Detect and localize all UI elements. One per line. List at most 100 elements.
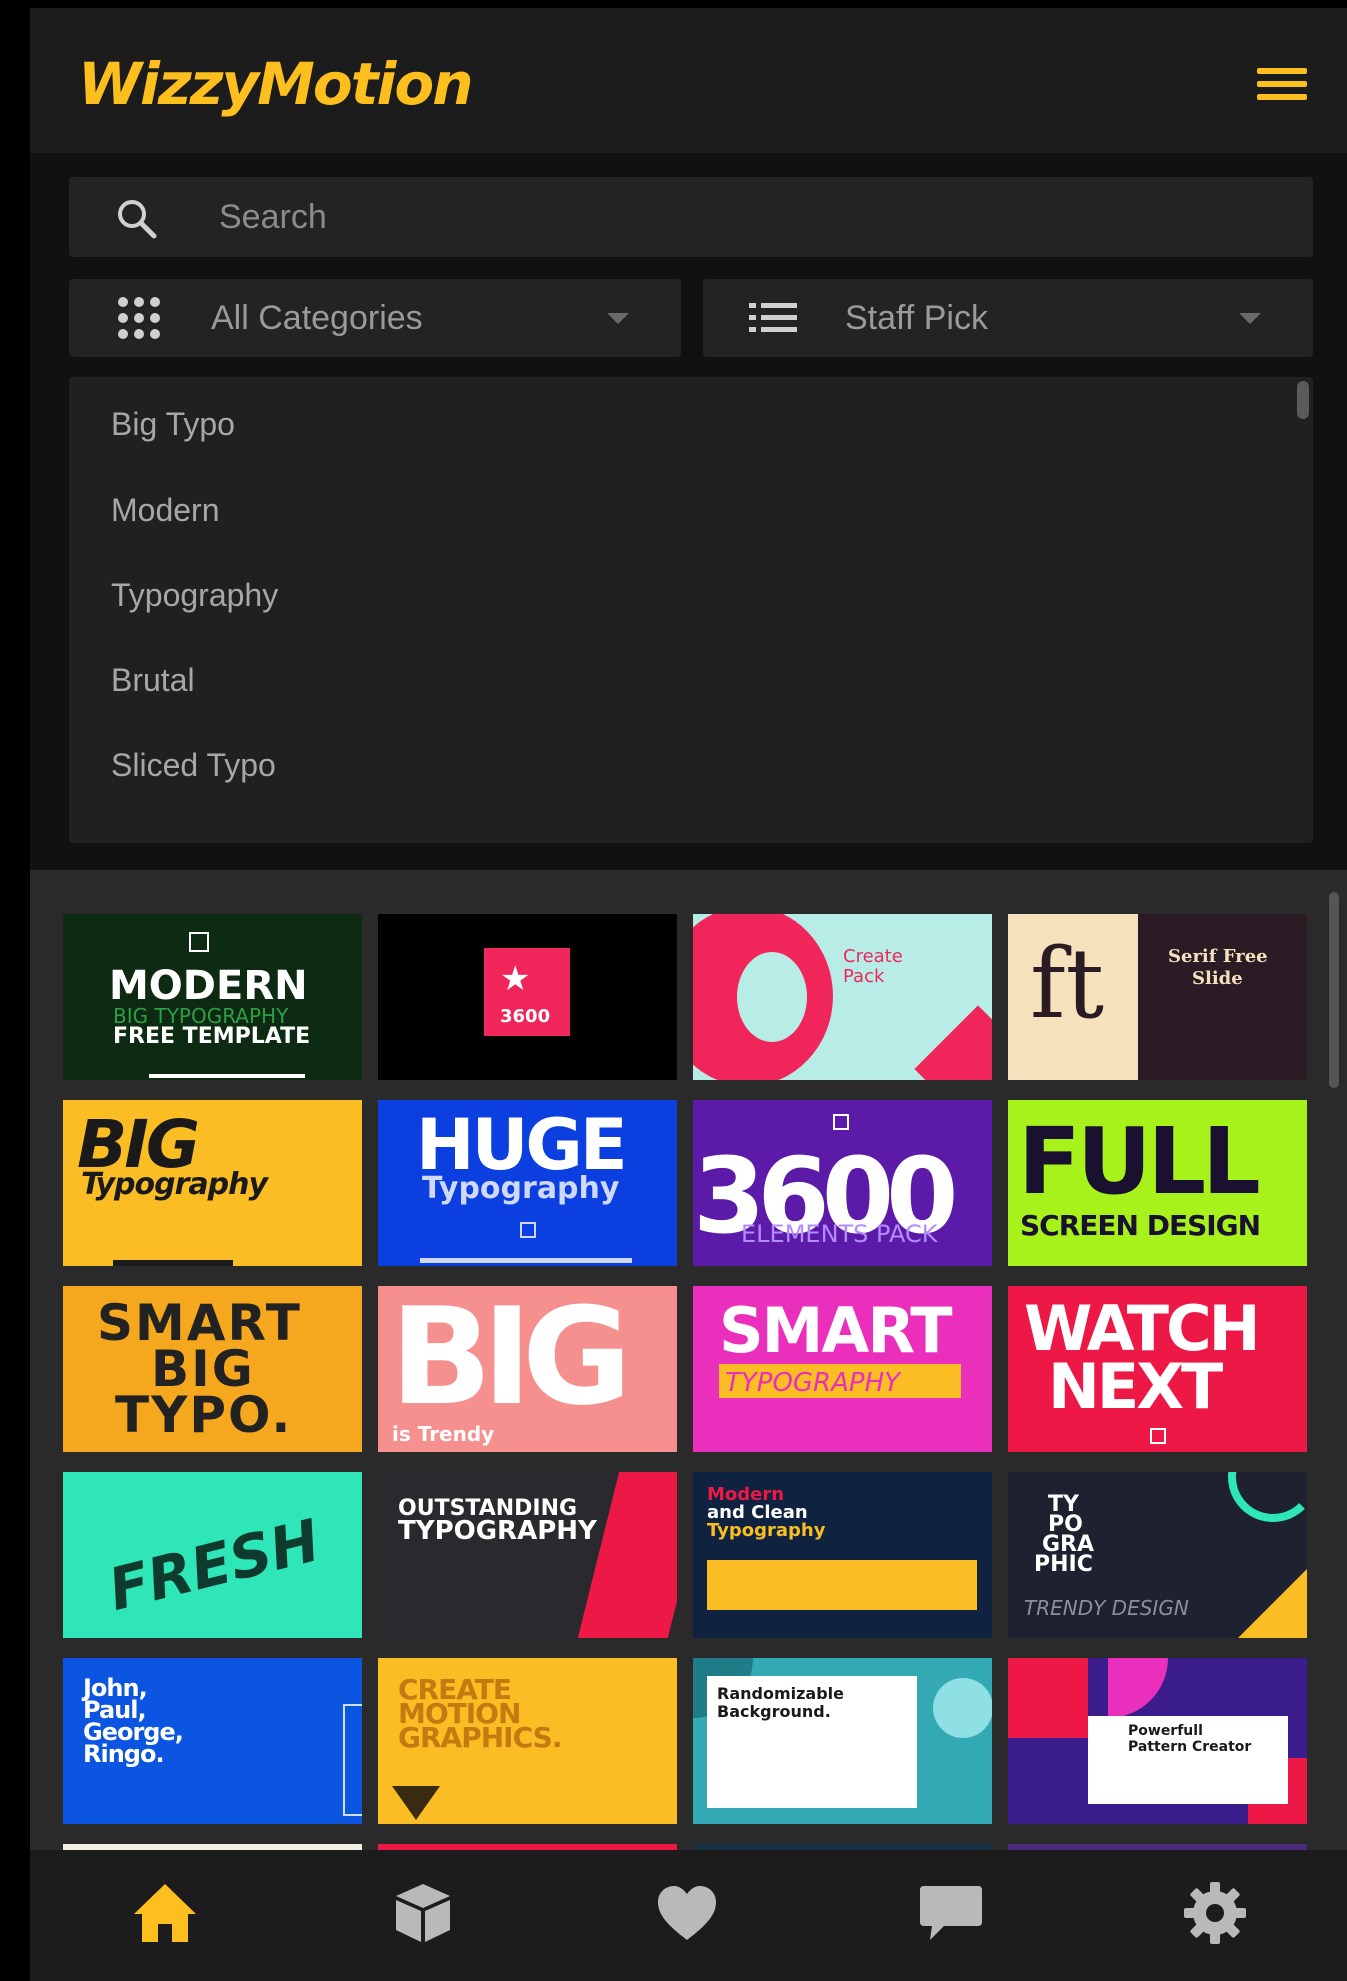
app-window: WizzyMotion All Categories [30,8,1347,1981]
card-text: FREE TEMPLATE [113,1024,311,1049]
template-card[interactable]: OUTSTANDING TYPOGRAPHY [378,1472,677,1638]
template-card[interactable]: BIG Typography [63,1100,362,1266]
list-icon [749,303,797,332]
chevron-down-icon [607,313,629,324]
app-logo[interactable]: WizzyMotion [78,50,473,118]
card-text: TYPO. [115,1386,293,1444]
shape-diamond [914,1005,992,1080]
card-text: Background. [717,1702,831,1721]
home-icon [134,1884,196,1942]
logo-mark-icon [833,1114,849,1130]
card-text: Serif Free [1168,946,1268,967]
card-text: TYPOGRAPHY [398,1516,597,1546]
shape-triangle [392,1786,440,1820]
card-text: Pack [843,966,885,987]
shape-arc [1228,1472,1307,1522]
nav-messages[interactable] [916,1880,986,1946]
card-text: BIG TYPOGRAPHY [113,1004,289,1028]
template-card[interactable]: ★ 3600 [378,914,677,1080]
card-underline [113,1260,233,1266]
nav-home[interactable] [130,1880,200,1946]
card-text: is Trendy [392,1422,495,1446]
heart-icon [658,1886,716,1940]
card-text: Randomizable [717,1684,845,1703]
card-text: Typography [81,1167,268,1202]
template-card[interactable]: BIG is Trendy [378,1286,677,1452]
card-text: PHIC [1034,1552,1093,1577]
star-icon: ★ [500,959,531,999]
card-text: Pattern Creator [1128,1739,1252,1755]
logo-mark-icon [189,932,209,952]
tag-list-scrollbar[interactable] [1297,381,1309,419]
template-card[interactable]: CREATE MOTION GRAPHICS. [378,1658,677,1824]
card-text: HUGE [416,1104,628,1186]
grid-dots-icon [118,297,160,339]
template-card[interactable]: MODERN BIG TYPOGRAPHY FREE TEMPLATE [63,914,362,1080]
card-panel [707,1560,977,1610]
card-underline [149,1074,305,1078]
sort-select[interactable]: Staff Pick [703,279,1313,357]
app-header: WizzyMotion [30,8,1347,153]
template-card[interactable]: ft Serif Free Slide [1008,914,1307,1080]
category-select-value: All Categories [211,299,423,337]
shape-block [1008,1658,1088,1738]
grid-scrollbar[interactable] [1329,892,1339,1088]
filter-panel: All Categories Staff Pick Big Typo Moder… [30,153,1347,870]
card-text: GRAPHICS. [398,1721,562,1754]
template-card[interactable]: Randomizable Background. [693,1658,992,1824]
tag-list: Big Typo Modern Typography Brutal Sliced… [69,377,1313,843]
card-text: SCREEN DESIGN [1020,1209,1261,1242]
card-text: Create [843,946,903,967]
cube-icon [396,1884,450,1942]
hamburger-menu-icon[interactable] [1257,68,1307,108]
card-text: FULL [1018,1108,1261,1215]
nav-settings[interactable] [1180,1880,1250,1946]
search-icon [118,200,157,239]
shape-quarter [1108,1658,1168,1718]
card-text: Ringo. [83,1740,165,1768]
card-text: Typography [707,1520,826,1541]
card-text: ft [1030,928,1105,1040]
nav-packages[interactable] [388,1880,458,1946]
template-card[interactable]: WATCH NEXT [1008,1286,1307,1452]
template-grid: MODERN BIG TYPOGRAPHY FREE TEMPLATE ★ 36… [30,870,1347,1850]
template-card[interactable]: 3600 ELEMENTS PACK [693,1100,992,1266]
card-text: NEXT [1048,1350,1223,1423]
search-bar [69,177,1313,257]
chevron-down-icon [1239,313,1261,324]
shape-circle [933,1678,992,1738]
sort-select-value: Staff Pick [845,299,988,337]
category-select[interactable]: All Categories [69,279,681,357]
card-text: 3600 [500,1006,551,1027]
card-text: MODERN [109,963,308,1009]
tag-item[interactable]: Modern [111,492,220,529]
card-frame [343,1704,362,1816]
tag-item[interactable]: Sliced Typo [111,747,276,784]
tag-item[interactable]: Brutal [111,662,195,699]
shape-circle [737,952,807,1042]
template-card[interactable]: TY PO GRA PHIC TRENDY DESIGN [1008,1472,1307,1638]
card-text: BIG [390,1286,632,1435]
tag-item[interactable]: Typography [111,577,278,614]
template-card[interactable]: HUGE Typography [378,1100,677,1266]
template-card[interactable]: Powerfull Pattern Creator [1008,1658,1307,1824]
template-card[interactable]: Modern and Clean Typography [693,1472,992,1638]
card-text: Slide [1192,968,1243,989]
card-text: TYPOGRAPHY [725,1368,901,1398]
tag-item[interactable]: Big Typo [111,406,235,443]
card-text: Typography [422,1171,620,1206]
template-card[interactable]: John, Paul, George, Ringo. [63,1658,362,1824]
nav-favorites[interactable] [652,1880,722,1946]
template-card[interactable]: SMART BIG TYPO. [63,1286,362,1452]
card-underline [420,1258,632,1263]
template-card[interactable]: FULL SCREEN DESIGN [1008,1100,1307,1266]
search-input[interactable] [219,189,1279,245]
card-text: FRESH [101,1506,327,1624]
template-card[interactable]: Create Pack [693,914,992,1080]
gear-icon [1184,1882,1246,1944]
card-text: SMART [719,1294,953,1367]
logo-mark-icon [1150,1428,1166,1444]
template-card[interactable]: FRESH [63,1472,362,1638]
template-card[interactable]: SMART TYPOGRAPHY [693,1286,992,1452]
logo-mark-icon [520,1222,536,1238]
